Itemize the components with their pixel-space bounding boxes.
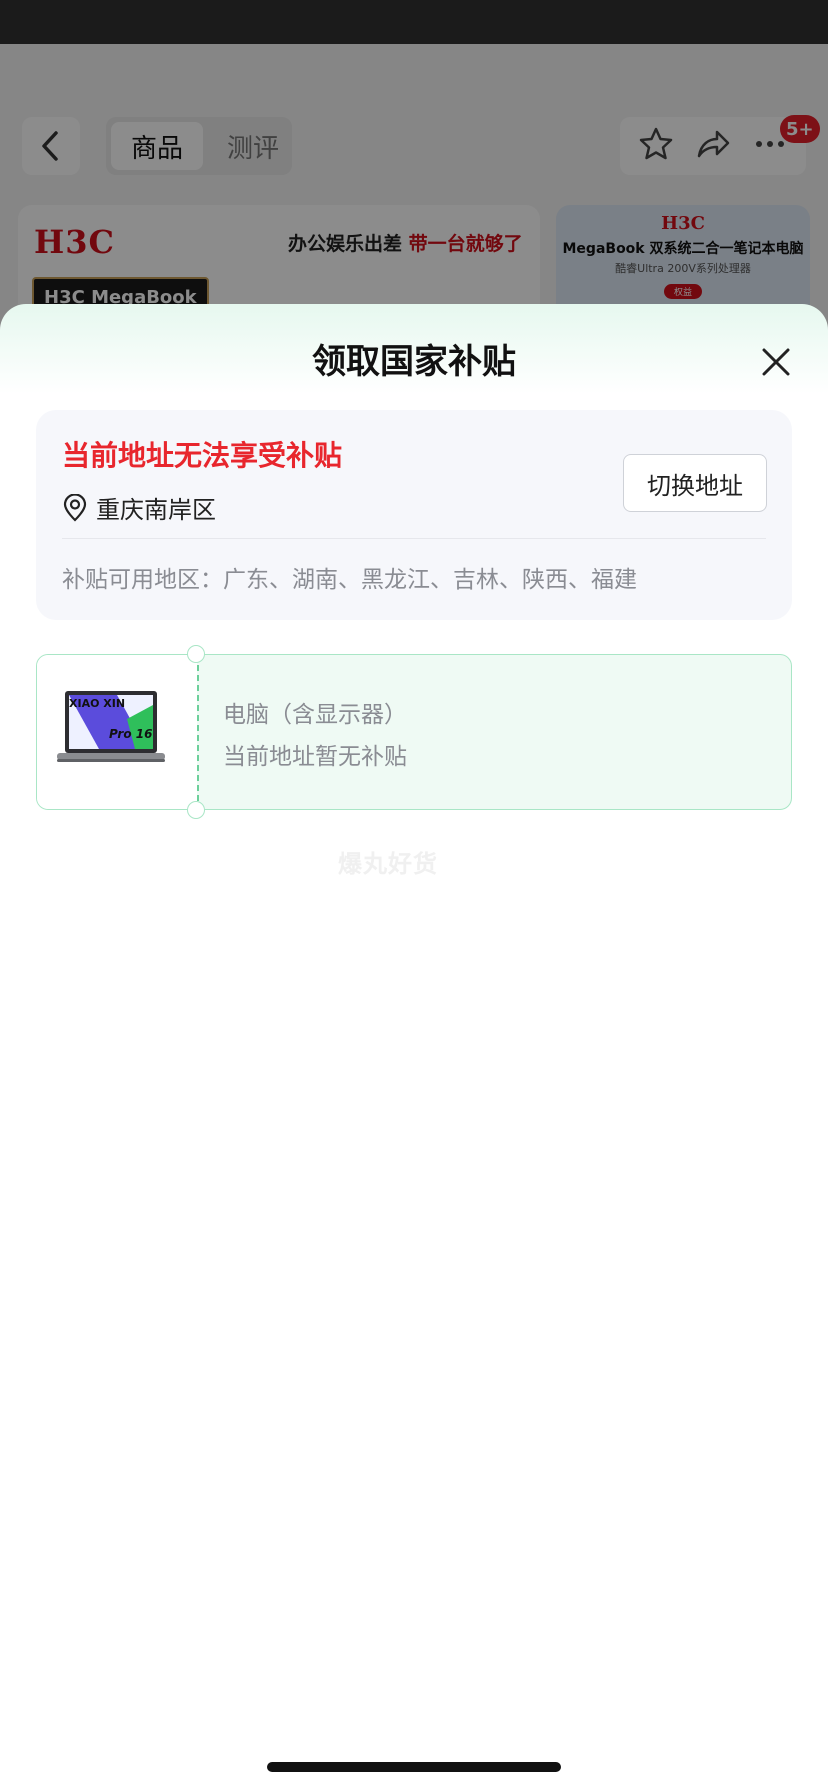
switch-address-button[interactable]: 切换地址 bbox=[623, 454, 767, 512]
coupon-perforation bbox=[197, 655, 199, 809]
coupon-notch-bottom bbox=[187, 801, 205, 819]
address-card: 当前地址无法享受补贴 重庆南岸区 切换地址 补贴可用地区：广东、湖南、黑龙江、吉… bbox=[36, 410, 792, 620]
sheet-title: 领取国家补贴 bbox=[312, 342, 516, 382]
coupon-status: 当前地址暂无补贴 bbox=[223, 744, 407, 770]
coupon-notch-top bbox=[187, 645, 205, 663]
subsidy-sheet: 领取国家补贴 当前地址无法享受补贴 重庆南岸区 切换地址 补贴可用地区：广东、湖… bbox=[0, 304, 828, 1792]
laptop-brand-text: XIAO XIN bbox=[69, 697, 126, 710]
current-address: 重庆南岸区 bbox=[62, 490, 216, 525]
address-warning: 当前地址无法享受补贴 bbox=[62, 439, 343, 472]
close-button[interactable] bbox=[754, 340, 798, 384]
coupon-image-area: XIAO XIN Pro 16 bbox=[37, 655, 197, 809]
subsidy-coupon[interactable]: XIAO XIN Pro 16 电脑（含显示器） 当前地址暂无补贴 bbox=[36, 654, 792, 810]
watermark: 爆丸好货 bbox=[338, 850, 438, 878]
home-indicator[interactable] bbox=[267, 1762, 561, 1772]
close-icon bbox=[762, 348, 790, 376]
available-regions: 补贴可用地区：广东、湖南、黑龙江、吉林、陕西、福建 bbox=[62, 567, 637, 593]
address-text: 重庆南岸区 bbox=[96, 496, 216, 524]
location-pin-icon bbox=[63, 493, 87, 522]
status-bar bbox=[0, 0, 828, 44]
coupon-product-name: 电脑（含显示器） bbox=[223, 702, 407, 728]
product-image: XIAO XIN Pro 16 bbox=[47, 669, 175, 797]
laptop-model-text: Pro 16 bbox=[109, 727, 153, 741]
divider bbox=[62, 538, 766, 539]
